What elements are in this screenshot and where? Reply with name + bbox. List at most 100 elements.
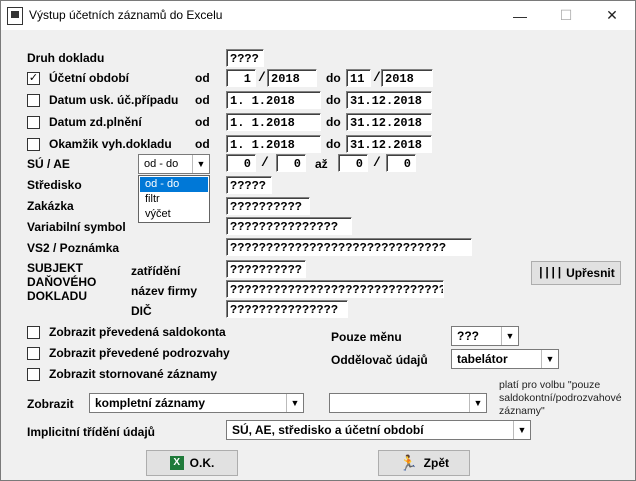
su-ae-mode-combo[interactable]: od - do ▼ [138,154,210,174]
chevron-down-icon[interactable]: ▼ [192,155,209,173]
datum-usk-do-field[interactable]: 31.12.2018 [346,91,432,109]
stredisko-field[interactable]: ????? [226,176,272,194]
druh-dokladu-label: Druh dokladu [27,51,105,65]
od-label: od [195,137,210,151]
chevron-down-icon[interactable]: ▼ [286,394,303,412]
pouze-menu-value: ??? [457,329,479,343]
pouze-menu-label: Pouze měnu [331,330,402,344]
zakazka-label: Zakázka [27,199,74,213]
od-label: od [195,71,210,85]
window-title: Výstup účetních záznamů do Excelu [29,8,223,22]
nazev-firmy-field[interactable]: ?????????????????????????????? [226,280,444,298]
zakazka-field[interactable]: ?????????? [226,197,310,215]
chevron-down-icon[interactable]: ▼ [469,394,486,412]
su-to-b-field[interactable]: 0 [386,154,416,172]
ucetni-do-year-field[interactable]: 2018 [381,69,433,87]
barcode-icon: |||| [537,266,563,280]
zobrazit-combo[interactable]: kompletní záznamy ▼ [89,393,304,413]
title-bar[interactable]: Výstup účetních záznamů do Excelu — ☐ ✕ [1,1,635,30]
su-from-a-field[interactable]: 0 [226,154,256,172]
ok-button[interactable]: X O.K. [146,450,238,476]
variabilni-symbol-field[interactable]: ??????????????? [226,217,352,235]
chevron-down-icon[interactable]: ▼ [513,421,530,439]
od-label: od [195,93,210,107]
ucetni-od-slash: / [258,70,266,85]
zobrazit-note: platí pro volbu "pouze saldokontní/podro… [499,379,622,417]
pouze-menu-combo[interactable]: ??? ▼ [451,326,519,346]
su-to-a-field[interactable]: 0 [338,154,368,172]
storno-label: Zobrazit stornované záznamy [49,367,218,381]
dropdown-option-od-do[interactable]: od - do [140,177,208,192]
ucetni-do-month-field[interactable]: 11 [346,69,371,87]
zatrideni-label: zatřídění [131,264,181,278]
saldokonta-checkbox[interactable] [27,326,40,339]
vs2-field[interactable]: ?????????????????????????????? [226,238,472,256]
su-ae-mode-dropdown: od - do filtr výčet [138,175,210,223]
okamzik-od-field[interactable]: 1. 1.2018 [226,135,321,153]
okamzik-label: Okamžik vyh.dokladu [49,137,172,151]
od-label: od [195,115,210,129]
storno-checkbox[interactable] [27,368,40,381]
upresnit-label: Upřesnit [566,266,615,280]
subjekt-label-line3: DOKLADU [27,289,87,303]
su-ae-mode-value: od - do [144,158,179,170]
ucetni-od-year-field[interactable]: 2018 [267,69,317,87]
vs2-label: VS2 / Poznámka [27,241,120,255]
ucetni-do-slash: / [373,70,381,85]
dialog-window: Výstup účetních záznamů do Excelu — ☐ ✕ … [0,0,636,481]
datum-zd-od-field[interactable]: 1. 1.2018 [226,113,321,131]
zpet-button[interactable]: 🏃 Zpět [378,450,470,476]
su-from-slash: / [261,155,269,170]
app-icon [7,7,23,25]
datum-zd-do-field[interactable]: 31.12.2018 [346,113,432,131]
podrozvahy-label: Zobrazit převedené podrozvahy [49,346,230,360]
do-label: do [326,137,341,151]
dropdown-option-filtr[interactable]: filtr [140,192,208,207]
do-label: do [326,71,341,85]
datum-zd-label: Datum zd.plnění [49,115,142,129]
maximize-button[interactable]: ☐ [543,1,589,30]
su-from-b-field[interactable]: 0 [276,154,306,172]
saldokonta-label: Zobrazit převedená saldokonta [49,325,226,339]
zobrazit-value: kompletní záznamy [95,396,206,410]
implicitni-label: Implicitní třídění údajů [27,425,156,439]
stredisko-label: Středisko [27,178,82,192]
runner-icon: 🏃 [398,455,418,472]
druh-dokladu-field[interactable]: ???? [226,49,264,67]
do-label: do [326,115,341,129]
okamzik-checkbox[interactable] [27,138,40,151]
excel-icon: X [169,456,184,470]
implicitni-value: SÚ, AE, středisko a účetní období [232,423,424,437]
datum-zd-checkbox[interactable] [27,116,40,129]
okamzik-do-field[interactable]: 31.12.2018 [346,135,432,153]
nazev-firmy-label: název firmy [131,284,198,298]
oddelovac-combo[interactable]: tabelátor ▼ [451,349,559,369]
datum-usk-label: Datum usk. úč.případu [49,93,179,107]
chevron-down-icon[interactable]: ▼ [501,327,518,345]
subjekt-label-line2: DAŇOVÉHO [27,275,97,289]
dic-field[interactable]: ??????????????? [226,300,348,318]
dropdown-option-vycet[interactable]: výčet [140,207,208,222]
implicitni-combo[interactable]: SÚ, AE, středisko a účetní období ▼ [226,420,531,440]
close-button[interactable]: ✕ [589,1,635,30]
datum-usk-od-field[interactable]: 1. 1.2018 [226,91,321,109]
subjekt-label: SUBJEKT DAŇOVÉHO DOKLADU [27,261,96,303]
datum-usk-checkbox[interactable] [27,94,40,107]
do-label: do [326,93,341,107]
su-ae-label: SÚ / AE [27,157,70,171]
zatrideni-field[interactable]: ?????????? [226,260,306,278]
ucetni-obdobi-checkbox[interactable]: ✓ [27,72,40,85]
zpet-label: Zpět [423,456,450,470]
upresnit-button[interactable]: |||| Upřesnit [531,261,621,285]
ucetni-obdobi-label: Účetní období [49,71,129,85]
ucetni-od-month-field[interactable]: 1 [226,69,256,87]
zobrazit-label: Zobrazit [27,397,74,411]
zobrazit-second-combo[interactable]: ▼ [329,393,487,413]
oddelovac-label: Oddělovač údajů [331,353,428,367]
variabilni-symbol-label: Variabilní symbol [27,220,126,234]
podrozvahy-checkbox[interactable] [27,347,40,360]
ok-label: O.K. [189,456,215,470]
subjekt-label-line1: SUBJEKT [27,261,84,275]
chevron-down-icon[interactable]: ▼ [541,350,558,368]
minimize-button[interactable]: — [497,1,543,30]
